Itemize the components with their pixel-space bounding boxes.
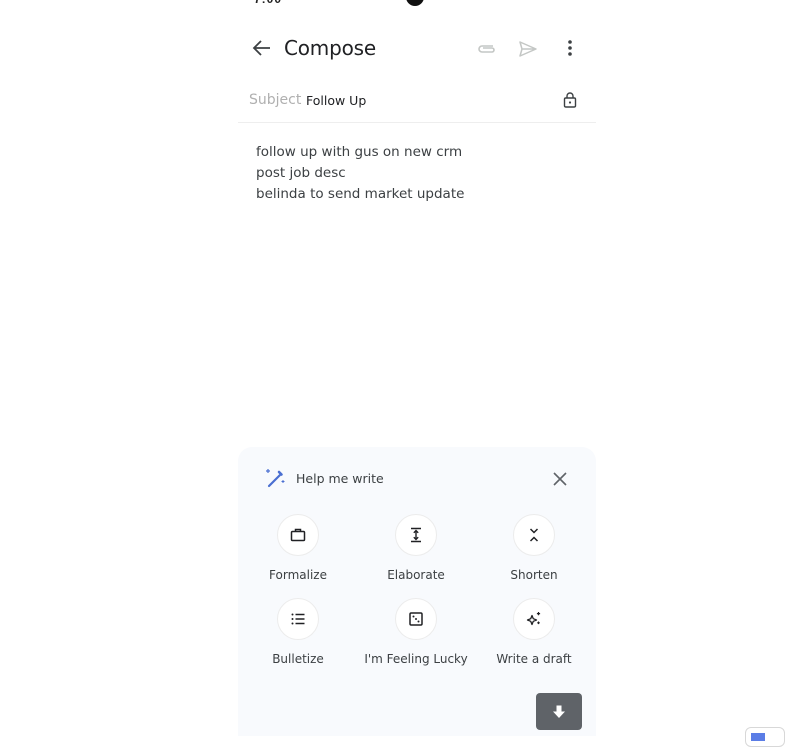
attach-button[interactable] [474,38,498,60]
action-icon-circle [395,598,437,640]
action-label: I'm Feeling Lucky [364,652,468,666]
formalize-button[interactable]: Formalize [238,514,358,582]
subject-input[interactable]: Follow Up [306,93,366,108]
body-line: follow up with gus on new crm [256,144,463,160]
subject-label: Subject [249,92,302,108]
action-icon-circle [513,514,555,556]
action-label: Elaborate [387,568,445,582]
shorten-button[interactable]: Shorten [474,514,594,582]
bulletize-button[interactable]: Bulletize [238,598,358,666]
help-me-write-panel: Help me write Formalize Elaborate Shorte… [238,447,596,736]
action-icon-circle [277,514,319,556]
arrow-down-icon [553,705,565,718]
collapse-vertical-icon [529,528,539,542]
widget-indicator [751,733,765,741]
app-bar: Compose [238,30,596,66]
help-me-write-header: Help me write [238,465,596,495]
corner-widget[interactable] [745,727,785,747]
lock-icon [563,92,577,108]
status-bar: 7:00 [238,0,596,6]
sparkle-icon [526,612,541,626]
help-me-write-title: Help me write [296,471,384,486]
paperclip-icon [478,45,495,53]
scroll-down-button[interactable] [536,693,582,730]
status-time: 7:00 [254,0,282,6]
elaborate-button[interactable]: Elaborate [356,514,476,582]
subject-row: Subject Follow Up [238,82,596,123]
more-options-button[interactable] [558,37,582,61]
page-title: Compose [284,36,376,60]
camera-cutout [406,0,424,6]
magic-pen-icon [266,469,285,488]
message-body-input[interactable]: follow up with gus on new crm post job d… [256,142,586,205]
action-label: Formalize [269,568,327,582]
send-icon [519,41,537,57]
bulleted-list-icon [291,613,305,625]
feeling-lucky-button[interactable]: I'm Feeling Lucky [356,598,476,666]
send-button[interactable] [516,38,540,60]
close-button[interactable] [550,469,570,489]
write-draft-button[interactable]: Write a draft [474,598,594,666]
action-label: Write a draft [496,652,572,666]
body-line: belinda to send market update [256,186,465,202]
briefcase-icon [290,528,306,542]
more-vert-icon [568,40,572,56]
arrow-back-icon [252,40,270,56]
action-icon-circle [395,514,437,556]
action-label: Bulletize [272,652,324,666]
confidential-mode-button[interactable] [560,90,580,110]
action-label: Shorten [510,568,558,582]
action-icon-circle [513,598,555,640]
body-line: post job desc [256,165,346,181]
close-icon [553,472,567,486]
back-button[interactable] [250,36,274,60]
action-icon-circle [277,598,319,640]
expand-vertical-icon [411,527,421,543]
dice-icon [409,612,423,626]
